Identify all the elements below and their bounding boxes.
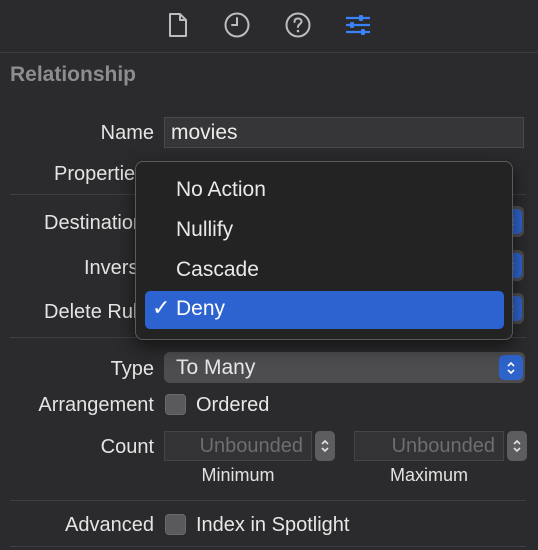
clock-icon[interactable]	[222, 10, 252, 40]
delete-rule-label: Delete Rule	[44, 301, 149, 323]
checkmark-icon: ✓	[152, 295, 171, 320]
maximum-field[interactable]: Unbounded	[354, 431, 504, 461]
type-label: Type	[110, 358, 154, 380]
sliders-icon[interactable]	[343, 10, 373, 40]
menu-item-nullify[interactable]: Nullify	[176, 218, 233, 242]
menu-item-deny[interactable]: ✓ Deny	[145, 291, 504, 329]
maximum-label: Maximum	[389, 465, 468, 485]
maximum-stepper[interactable]	[507, 431, 527, 461]
minimum-label: Minimum	[201, 465, 275, 485]
menu-item-cascade[interactable]: Cascade	[176, 258, 259, 282]
arrangement-label: Arrangement	[38, 394, 154, 416]
ordered-checkbox[interactable]	[165, 394, 186, 415]
ordered-label: Ordered	[196, 394, 270, 416]
popup-arrows-icon	[499, 355, 523, 380]
section-title: Relationship	[10, 63, 137, 86]
name-label: Name	[100, 122, 154, 144]
minimum-stepper[interactable]	[315, 431, 335, 461]
spotlight-label: Index in Spotlight	[196, 514, 350, 536]
divider	[10, 546, 526, 547]
file-icon[interactable]	[163, 10, 193, 40]
delete-rule-menu: No Action Nullify Cascade ✓ Deny	[135, 161, 513, 340]
count-label: Count	[100, 436, 154, 458]
advanced-label: Advanced	[65, 514, 154, 536]
destination-label: Destination	[44, 212, 145, 234]
divider	[10, 500, 526, 501]
name-field[interactable]: movies	[164, 117, 524, 148]
type-popup[interactable]: To Many	[164, 352, 525, 383]
minimum-field[interactable]: Unbounded	[164, 431, 312, 461]
help-icon[interactable]	[283, 10, 313, 40]
spotlight-checkbox[interactable]	[165, 514, 186, 535]
properties-label: Properties	[54, 163, 146, 185]
menu-item-no-action[interactable]: No Action	[176, 178, 266, 202]
toolbar-divider	[0, 52, 538, 53]
menu-item-deny-label: Deny	[176, 297, 226, 320]
type-value: To Many	[176, 356, 256, 379]
